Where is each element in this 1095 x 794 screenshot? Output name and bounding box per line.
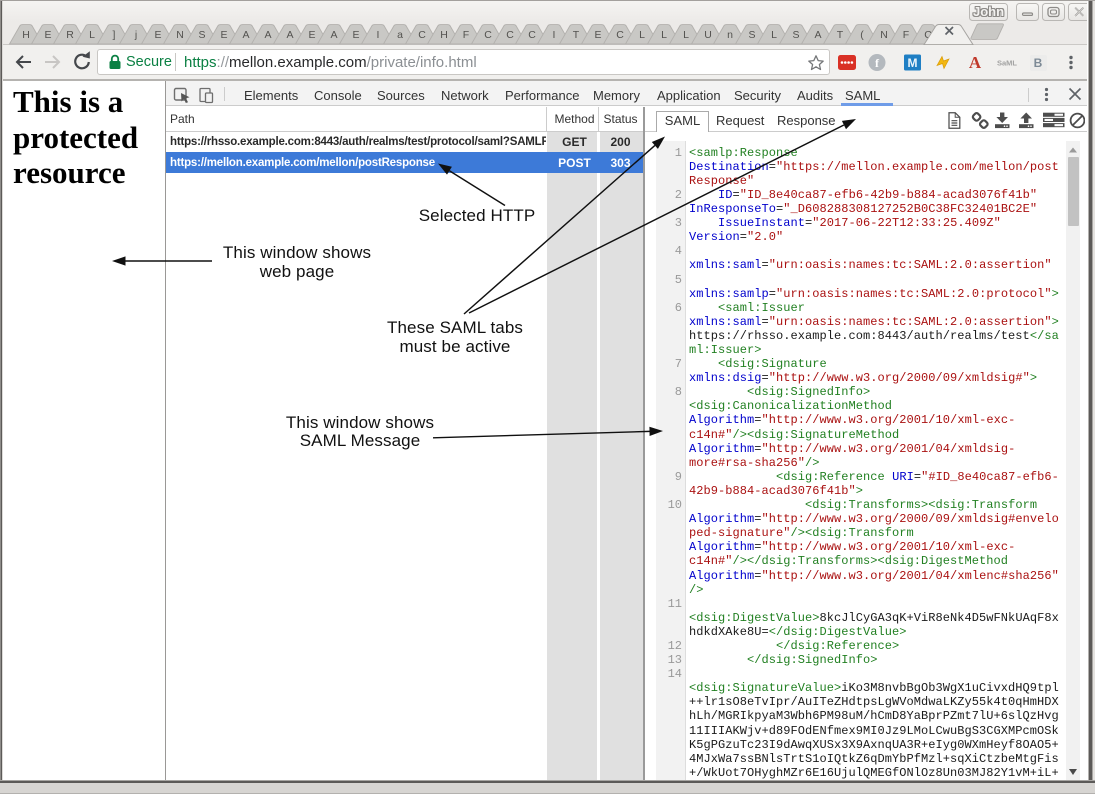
svg-text:N: N bbox=[880, 29, 888, 41]
svg-text:H: H bbox=[440, 29, 448, 41]
svg-text:j: j bbox=[134, 29, 137, 41]
svg-text:A: A bbox=[330, 29, 337, 41]
svg-text:]: ] bbox=[113, 29, 116, 41]
svg-text:E: E bbox=[44, 29, 51, 41]
svg-text:L: L bbox=[639, 29, 645, 41]
svg-text:F: F bbox=[903, 29, 909, 41]
svg-text:a: a bbox=[397, 29, 403, 41]
svg-text:E: E bbox=[352, 29, 359, 41]
svg-text:R: R bbox=[66, 29, 74, 41]
svg-text:L: L bbox=[771, 29, 777, 41]
svg-text:C: C bbox=[484, 29, 492, 41]
svg-text:A: A bbox=[286, 29, 293, 41]
svg-text:(: ( bbox=[860, 29, 864, 41]
svg-text:A: A bbox=[969, 53, 982, 72]
svg-text:A: A bbox=[242, 29, 249, 41]
svg-text:A: A bbox=[814, 29, 821, 41]
svg-text:T: T bbox=[573, 29, 580, 41]
svg-text:E: E bbox=[594, 29, 601, 41]
svg-text:L: L bbox=[683, 29, 689, 41]
svg-text:E: E bbox=[154, 29, 161, 41]
svg-text:SaML: SaML bbox=[997, 59, 1017, 68]
svg-text:L: L bbox=[89, 29, 95, 41]
svg-text:E: E bbox=[220, 29, 227, 41]
svg-text:I: I bbox=[377, 29, 380, 41]
svg-text:E: E bbox=[308, 29, 315, 41]
svg-text:C: C bbox=[418, 29, 426, 41]
svg-text:H: H bbox=[22, 29, 30, 41]
svg-text:S: S bbox=[198, 29, 205, 41]
svg-text:B: B bbox=[1034, 56, 1043, 70]
svg-text:C: C bbox=[506, 29, 514, 41]
svg-text:A: A bbox=[264, 29, 271, 41]
svg-text:F: F bbox=[463, 29, 469, 41]
svg-text:U: U bbox=[704, 29, 712, 41]
svg-text:n: n bbox=[727, 29, 733, 41]
svg-text:C: C bbox=[616, 29, 624, 41]
svg-text:N: N bbox=[176, 29, 184, 41]
svg-text:T: T bbox=[837, 29, 844, 41]
svg-text:M: M bbox=[908, 56, 918, 70]
svg-text:S: S bbox=[792, 29, 799, 41]
svg-text:L: L bbox=[661, 29, 667, 41]
svg-text:I: I bbox=[553, 29, 556, 41]
svg-text:C: C bbox=[528, 29, 536, 41]
svg-text:S: S bbox=[748, 29, 755, 41]
